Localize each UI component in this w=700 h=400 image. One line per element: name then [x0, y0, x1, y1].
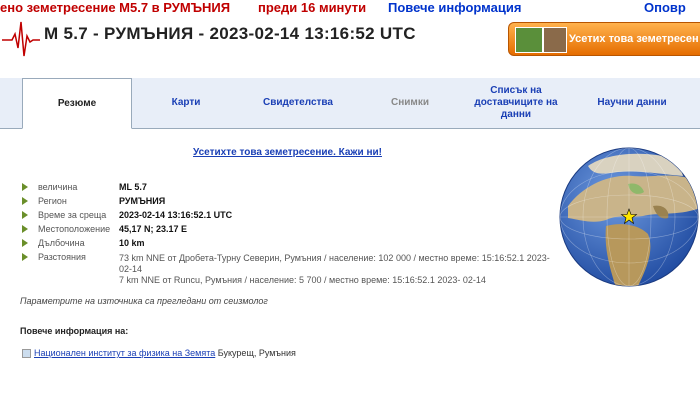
link-icon — [22, 349, 31, 359]
arrow-bullet-icon — [22, 211, 28, 219]
detail-value: РУМЪНИЯ — [119, 196, 166, 206]
detail-label: Време за среща — [38, 210, 107, 220]
felt-photo-thumbnail — [543, 27, 567, 53]
distances-list: 73 km NNE от Дробета-Турну Северин, Румъ… — [119, 253, 559, 286]
tab-photos: Снимки — [391, 97, 429, 108]
detail-label: Местоположение — [38, 224, 111, 234]
detail-value: 10 km — [119, 238, 145, 248]
distance-item: 73 km NNE от Дробета-Турну Северин, Румъ… — [119, 253, 550, 274]
tab-maps[interactable]: Карти — [132, 78, 240, 128]
ticker-item-time: преди 16 минути — [258, 0, 367, 15]
ticker-item-more-info[interactable]: Повече информация — [388, 0, 521, 16]
felt-it-label: Усетих това земетресен — [569, 33, 699, 45]
news-ticker: ено земетресение M5.7 в РУМЪНИЯ преди 16… — [0, 0, 700, 18]
institution-city: Букурещ, Румъния — [217, 348, 296, 358]
page-header: M 5.7 - РУМЪНИЯ - 2023-02-14 13:16:52 UT… — [0, 18, 700, 60]
detail-value: 2023-02-14 13:16:52.1 UTC — [119, 210, 233, 220]
arrow-bullet-icon — [22, 239, 28, 247]
institution-entry: Национален институт за физика на Земята … — [22, 348, 296, 359]
ticker-item-alert[interactable]: Оповр — [644, 0, 686, 16]
tab-data-providers[interactable]: Списък на доставчиците на данни — [464, 78, 568, 128]
arrow-bullet-icon — [22, 197, 28, 205]
ticker-item-event[interactable]: ено земетресение M5.7 в РУМЪНИЯ — [0, 0, 230, 16]
arrow-bullet-icon — [22, 225, 28, 233]
detail-label: величина — [38, 182, 78, 192]
detail-label: Регион — [38, 196, 67, 206]
detail-label: Разстояния — [38, 252, 86, 262]
detail-value: ML 5.7 — [119, 182, 147, 192]
detail-label: Дълбочина — [38, 238, 85, 248]
page-title: M 5.7 - РУМЪНИЯ - 2023-02-14 13:16:52 UT… — [44, 24, 416, 43]
tab-bar: Резюме Карти Свидетелства Снимки Списък … — [0, 78, 700, 129]
review-note: Параметрите на източника са прегледани о… — [20, 296, 268, 306]
felt-photo-thumbnail — [515, 27, 543, 53]
seismograph-icon — [2, 21, 40, 57]
arrow-bullet-icon — [22, 183, 28, 191]
distance-item: 7 km NNE от Runcu, Румъния / население: … — [119, 275, 486, 285]
detail-value: 45,17 N; 23.17 E — [119, 224, 188, 234]
felt-it-button[interactable]: Усетих това земетресен — [508, 22, 700, 56]
globe-icon[interactable] — [558, 146, 700, 288]
tab-summary[interactable]: Резюме — [22, 78, 132, 129]
arrow-bullet-icon — [22, 253, 28, 261]
more-info-heading: Повече информация на: — [20, 326, 129, 336]
felt-report-link[interactable]: Усетихте това земетресение. Кажи ни! — [0, 147, 575, 158]
institution-link[interactable]: Национален институт за физика на Земята — [34, 348, 215, 358]
tab-testimonies[interactable]: Свидетелства — [240, 78, 356, 128]
tab-scientific-data[interactable]: Научни данни — [570, 78, 694, 128]
